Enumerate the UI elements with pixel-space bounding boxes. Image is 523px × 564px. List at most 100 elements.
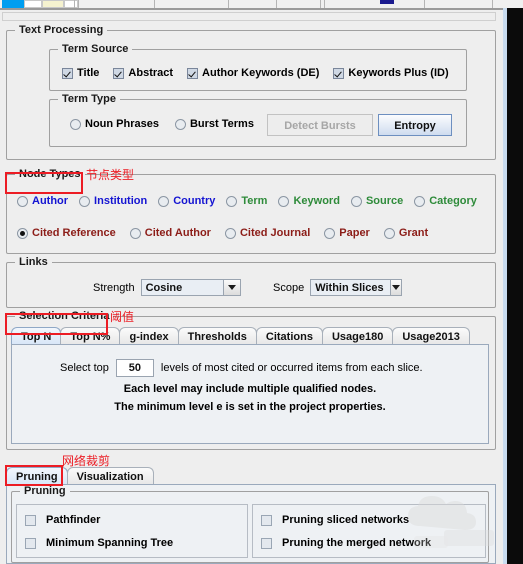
pruning-left-column: Pathfinder Minimum Spanning Tree bbox=[16, 504, 248, 558]
radio-circle[interactable] bbox=[278, 195, 290, 207]
radio-paper[interactable]: Paper bbox=[324, 227, 370, 239]
radio-keyword[interactable]: Keyword bbox=[278, 195, 340, 207]
tab-visualization[interactable]: Visualization bbox=[66, 467, 154, 485]
radio-label: Cited Journal bbox=[239, 227, 311, 239]
radio-circle[interactable] bbox=[350, 195, 362, 207]
pruning-right-column: Pruning sliced networks Pruning the merg… bbox=[252, 504, 486, 558]
links-group: Links Strength Cosine Scope Within Slice… bbox=[6, 256, 496, 308]
checkbox-author-keywords[interactable]: Author Keywords (DE) bbox=[187, 67, 319, 79]
toolbar-divider bbox=[492, 0, 493, 8]
tab-top-n-percent[interactable]: Top N% bbox=[60, 327, 121, 345]
checkbox-label: Keywords Plus (ID) bbox=[348, 67, 449, 79]
toolbar-fragment-white bbox=[24, 0, 42, 8]
radio-circle[interactable] bbox=[324, 227, 336, 239]
scope-value: Within Slices bbox=[311, 280, 390, 295]
text-processing-legend: Text Processing bbox=[15, 24, 108, 36]
radio-circle[interactable] bbox=[17, 195, 28, 207]
checkbox-box[interactable] bbox=[187, 67, 199, 79]
radio-grant[interactable]: Grant bbox=[383, 227, 428, 239]
selection-criteria-group: Selection Criteria Top N Top N% g-index … bbox=[6, 310, 496, 450]
entropy-button[interactable]: Entropy bbox=[378, 114, 452, 136]
checkbox-minimum-spanning-tree[interactable]: Minimum Spanning Tree bbox=[25, 537, 173, 549]
radio-label: Term bbox=[241, 195, 268, 207]
radio-cited-author[interactable]: Cited Author bbox=[129, 227, 211, 239]
checkbox-box[interactable] bbox=[25, 537, 36, 549]
radio-institution[interactable]: Institution bbox=[79, 195, 147, 207]
radio-cited-journal[interactable]: Cited Journal bbox=[224, 227, 311, 239]
toolbar-fragment-yellow bbox=[42, 0, 64, 8]
term-type-group: Term Type Noun Phrases Burst Terms Detec… bbox=[49, 93, 467, 147]
radio-circle[interactable] bbox=[383, 227, 395, 239]
radio-circle[interactable] bbox=[158, 195, 170, 207]
select-top-note-1: Each level may include multiple qualifie… bbox=[123, 383, 377, 395]
checkbox-box[interactable] bbox=[261, 537, 272, 549]
toolbar-divider bbox=[228, 0, 229, 8]
radio-source[interactable]: Source bbox=[350, 195, 404, 207]
radio-noun-phrases[interactable]: Noun Phrases bbox=[70, 118, 159, 130]
radio-burst-terms[interactable]: Burst Terms bbox=[174, 118, 254, 130]
radio-circle[interactable] bbox=[70, 118, 81, 130]
citespace-parameters-panel: Text Processing Term Source Title Abstra… bbox=[0, 0, 523, 564]
radio-circle[interactable] bbox=[226, 195, 238, 207]
radio-circle[interactable] bbox=[129, 227, 141, 239]
tab-usage2013[interactable]: Usage2013 bbox=[392, 327, 470, 345]
scope-label: Scope bbox=[273, 281, 305, 294]
radio-circle[interactable] bbox=[224, 227, 236, 239]
checkbox-abstract[interactable]: Abstract bbox=[113, 67, 173, 79]
radio-label: Author bbox=[32, 195, 69, 207]
radio-category[interactable]: Category bbox=[414, 195, 477, 207]
radio-circle[interactable] bbox=[414, 195, 426, 207]
selection-criteria-legend: Selection Criteria bbox=[15, 310, 114, 322]
checkbox-box[interactable] bbox=[113, 67, 125, 79]
radio-circle[interactable] bbox=[174, 118, 186, 130]
checkbox-box[interactable] bbox=[62, 67, 73, 79]
checkbox-label: Pruning the merged network bbox=[282, 537, 432, 549]
checkbox-box[interactable] bbox=[261, 514, 272, 526]
toolbar-fragment-white-2 bbox=[64, 0, 78, 8]
radio-term[interactable]: Term bbox=[226, 195, 267, 207]
checkbox-label: Abstract bbox=[128, 67, 174, 79]
checkbox-keywords-plus[interactable]: Keywords Plus (ID) bbox=[333, 67, 449, 79]
radio-author[interactable]: Author bbox=[17, 195, 68, 207]
radio-circle[interactable] bbox=[17, 227, 28, 239]
secondary-toolbar-strip bbox=[2, 12, 496, 21]
term-type-legend: Term Type bbox=[58, 93, 120, 105]
selection-criteria-tabstrip: Top N Top N% g-index Thresholds Citation… bbox=[11, 326, 470, 345]
strength-combo[interactable]: Cosine bbox=[140, 279, 241, 296]
radio-label: Keyword bbox=[293, 195, 340, 207]
chevron-down-icon[interactable] bbox=[389, 280, 402, 295]
tab-pruning[interactable]: Pruning bbox=[6, 467, 68, 485]
checkbox-pruning-sliced-networks[interactable]: Pruning sliced networks bbox=[261, 514, 409, 526]
text-processing-group: Text Processing Term Source Title Abstra… bbox=[6, 24, 496, 160]
toolbar-divider bbox=[74, 0, 75, 8]
toolbar-divider bbox=[276, 0, 277, 8]
toolbar-fragment-blue bbox=[2, 0, 24, 8]
checkbox-title[interactable]: Title bbox=[62, 67, 99, 79]
toolbar-divider bbox=[78, 0, 79, 8]
detect-bursts-button[interactable]: Detect Bursts bbox=[267, 114, 373, 136]
checkbox-pruning-merged-network[interactable]: Pruning the merged network bbox=[261, 537, 431, 549]
term-source-group: Term Source Title Abstract Author Keywor… bbox=[49, 43, 467, 91]
toolbar-divider bbox=[324, 0, 325, 8]
tab-thresholds[interactable]: Thresholds bbox=[177, 327, 257, 345]
scope-combo[interactable]: Within Slices bbox=[310, 279, 403, 296]
radio-label: Cited Author bbox=[144, 227, 211, 239]
tab-top-n[interactable]: Top N bbox=[11, 327, 62, 345]
radio-label: Cited Reference bbox=[32, 227, 116, 239]
tab-g-index[interactable]: g-index bbox=[119, 327, 179, 345]
radio-label: Burst Terms bbox=[189, 118, 254, 130]
radio-circle[interactable] bbox=[79, 195, 91, 207]
checkbox-box[interactable] bbox=[333, 67, 345, 79]
radio-country[interactable]: Country bbox=[158, 195, 215, 207]
strength-label: Strength bbox=[93, 281, 135, 294]
checkbox-pathfinder[interactable]: Pathfinder bbox=[25, 514, 100, 526]
tab-usage180[interactable]: Usage180 bbox=[321, 327, 394, 345]
select-top-input[interactable]: 50 bbox=[115, 359, 154, 377]
tab-citations[interactable]: Citations bbox=[255, 327, 323, 345]
radio-cited-reference[interactable]: Cited Reference bbox=[17, 227, 116, 239]
checkbox-box[interactable] bbox=[25, 514, 36, 526]
pruning-group: Pruning Pathfinder Minimum Spanning Tree… bbox=[11, 485, 489, 563]
chevron-down-icon[interactable] bbox=[222, 280, 240, 295]
checkbox-label: Minimum Spanning Tree bbox=[46, 537, 174, 549]
radio-label: Source bbox=[365, 195, 404, 207]
